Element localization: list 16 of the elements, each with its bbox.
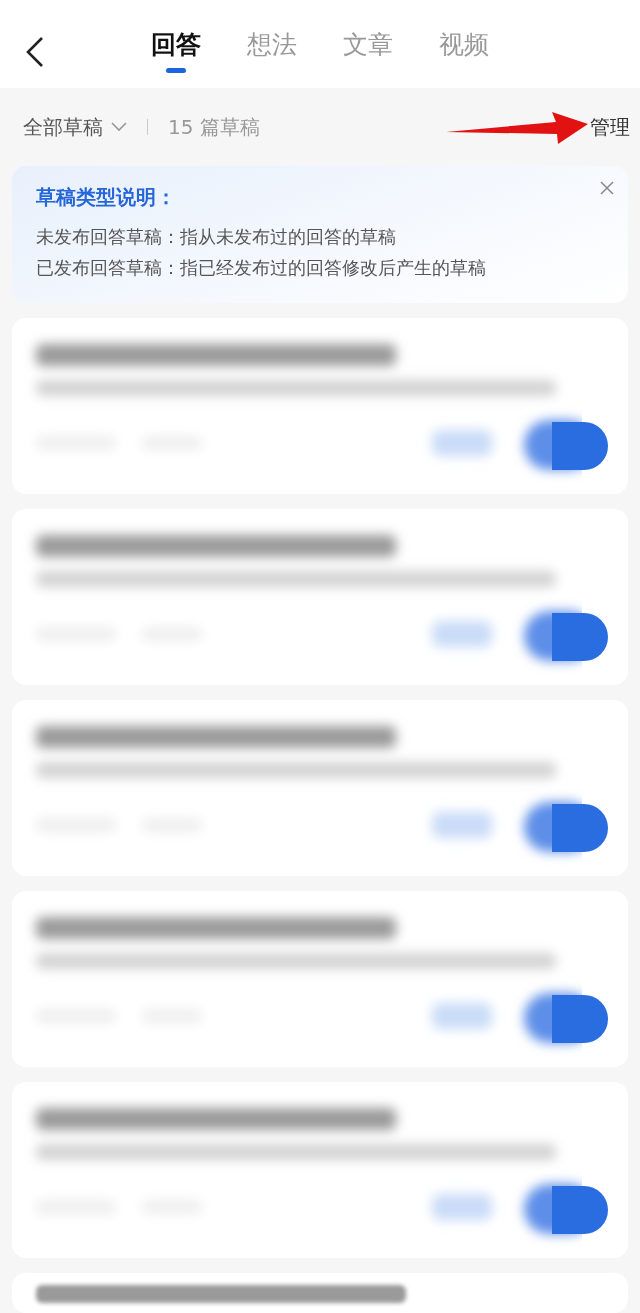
action-button[interactable] [552, 613, 608, 661]
draft-count: 15 篇草稿 [168, 113, 260, 141]
close-icon[interactable] [600, 181, 614, 195]
action-button[interactable] [552, 1186, 608, 1234]
draft-card[interactable] [12, 1273, 628, 1313]
action-button[interactable] [552, 995, 608, 1043]
action-button[interactable] [552, 422, 608, 470]
chevron-down-icon [111, 122, 127, 132]
notice-text: 已发布回答草稿：指已经发布过的回答修改后产生的草稿 [36, 256, 487, 280]
action-button[interactable] [552, 804, 608, 852]
tab[interactable]: 回答 [151, 28, 201, 74]
manage-button[interactable]: 管理 [590, 113, 630, 141]
filter-dropdown[interactable]: 全部草稿 [23, 113, 127, 141]
notice-title: 草稿类型说明： [36, 184, 177, 211]
notice-text: 未发布回答草稿：指从未发布过的回答的草稿 [36, 225, 397, 249]
back-icon[interactable] [25, 36, 45, 68]
